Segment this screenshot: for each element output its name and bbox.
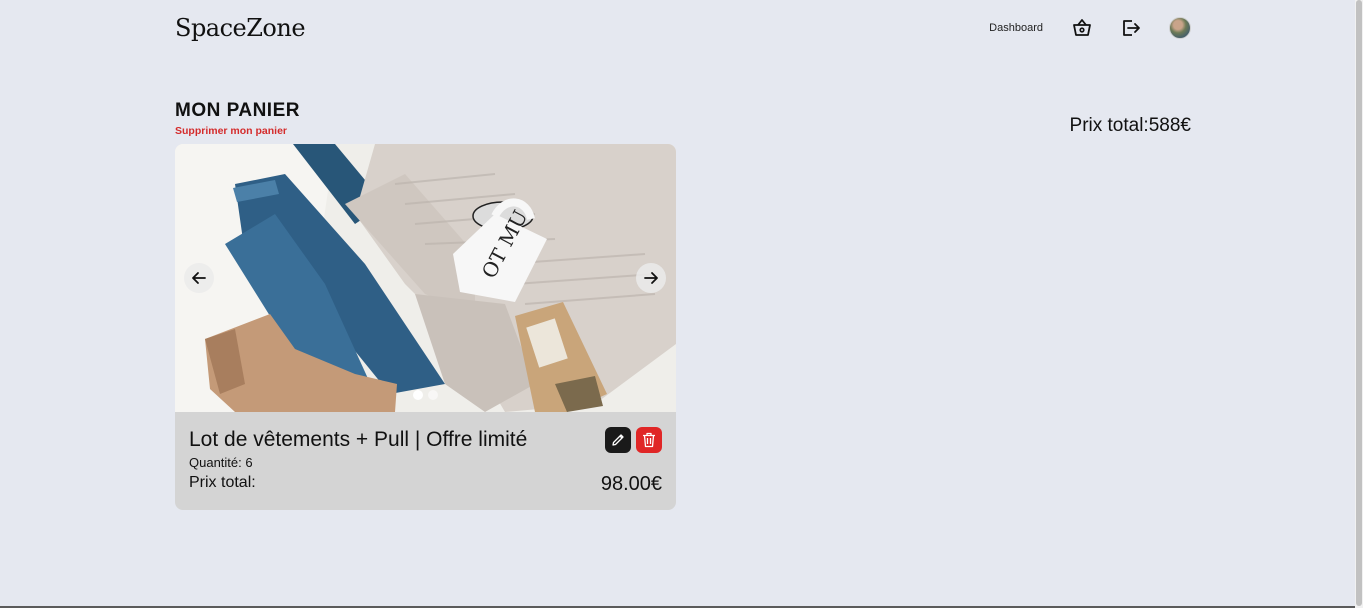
edit-item-button[interactable] — [605, 427, 631, 453]
arrow-right-icon — [644, 272, 658, 284]
carousel-next-button[interactable] — [636, 263, 666, 293]
carousel-prev-button[interactable] — [184, 263, 214, 293]
cart-item-details: Lot de vêtements + Pull | Offre limité Q… — [175, 412, 676, 510]
cart-total-value: 588€ — [1148, 115, 1191, 136]
product-image-carousel[interactable]: OT MU — [175, 144, 676, 412]
product-name: Lot de vêtements + Pull | Offre limité — [189, 428, 528, 451]
dashboard-link[interactable]: Dashboard — [989, 22, 1043, 34]
carousel-dot[interactable] — [413, 390, 423, 400]
top-header: SpaceZone Dashboard — [175, 14, 1191, 46]
site-logo[interactable]: SpaceZone — [175, 14, 306, 42]
arrow-left-icon — [192, 272, 206, 284]
basket-icon[interactable] — [1071, 17, 1093, 39]
top-nav: Dashboard — [989, 16, 1191, 40]
quantity-text: Quantité: 6 — [189, 455, 253, 470]
page-scrollbar[interactable] — [1355, 0, 1363, 608]
item-price-value: 98.00€ — [600, 473, 662, 495]
quantity-label: Quantité: — [189, 455, 242, 470]
logout-icon[interactable] — [1120, 17, 1142, 39]
cart-total-label: Prix total: — [1069, 115, 1149, 136]
delete-item-button[interactable] — [636, 427, 662, 453]
user-avatar[interactable] — [1169, 17, 1191, 39]
pencil-icon — [612, 434, 624, 446]
product-photo: OT MU — [175, 144, 676, 412]
cart-total: Prix total:588€ — [1070, 115, 1191, 137]
cart-item-card: OT MU Lot de vêtements + Pull | Offre li… — [175, 144, 676, 510]
clear-cart-link[interactable]: Supprimer mon panier — [175, 125, 287, 137]
quantity-value: 6 — [245, 455, 253, 470]
trash-icon — [643, 432, 655, 448]
carousel-dot[interactable] — [428, 390, 438, 400]
scrollbar-thumb[interactable] — [1356, 0, 1362, 606]
item-price-label: Prix total: — [189, 474, 256, 491]
carousel-indicators — [413, 390, 438, 400]
page-title: MON PANIER — [175, 100, 300, 121]
